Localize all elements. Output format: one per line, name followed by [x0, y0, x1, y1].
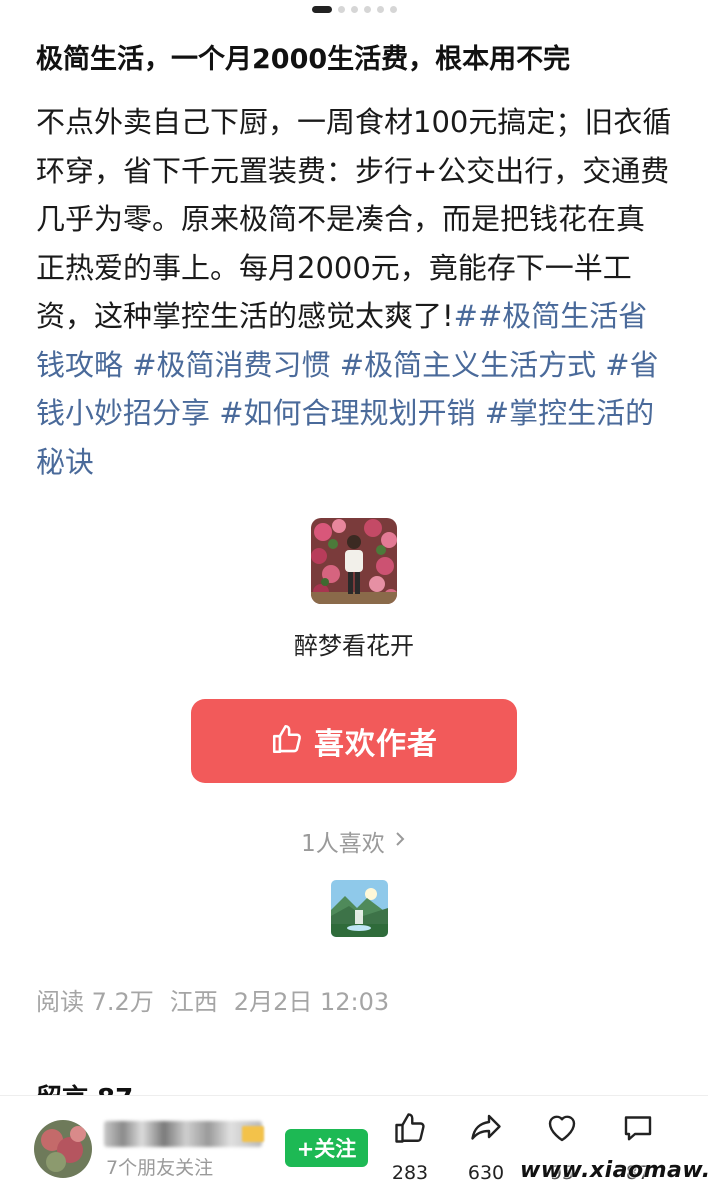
post-title: 极简生活，一个月2000生活费，根本用不完	[36, 44, 571, 75]
pager-dot-active	[311, 6, 332, 13]
site-watermark: www.xiaomaw.cn	[520, 1158, 708, 1183]
post-body: 不点外卖自己下厨，一周食材100元搞定；旧衣循环穿，省下千元置装费：步行+公交出…	[36, 98, 672, 486]
image-pager-dots	[0, 6, 708, 13]
post-location: 江西	[169, 988, 218, 1016]
pager-dot	[350, 6, 358, 13]
hashtag-link[interactable]: #如何合理规划开销	[219, 396, 475, 430]
share-action[interactable]: 630	[454, 1110, 518, 1190]
likers-count-link[interactable]: 1人喜欢	[0, 824, 708, 858]
author-name[interactable]: 醉梦看花开	[0, 626, 708, 661]
heart-icon	[544, 1110, 580, 1150]
pager-dot	[376, 6, 384, 13]
comment-icon	[620, 1110, 656, 1150]
author-avatar[interactable]	[311, 518, 397, 604]
like-count: 283	[391, 1162, 429, 1184]
like-author-label: 喜欢作者	[314, 727, 438, 762]
read-count: 阅读 7.2万	[36, 988, 154, 1016]
pager-dot	[337, 6, 345, 13]
share-icon	[468, 1110, 504, 1150]
pager-dot	[389, 6, 397, 13]
likers-count-label: 1人喜欢	[301, 831, 385, 857]
post-meta: 阅读 7.2万 江西 2月2日 12:03	[36, 982, 389, 1017]
hashtag-link[interactable]: #极简主义生活方式	[340, 348, 596, 382]
like-action[interactable]: 283	[378, 1110, 442, 1190]
thumbs-up-icon	[392, 1110, 428, 1150]
friends-follow-count: 7个朋友关注	[106, 1157, 214, 1179]
follow-button[interactable]: +关注	[285, 1129, 368, 1167]
blurred-username	[104, 1121, 262, 1147]
blurred-badge	[242, 1126, 264, 1142]
share-count: 630	[467, 1162, 505, 1184]
bottom-action-bar: 7个朋友关注 +关注 283 630 95 87	[0, 1095, 708, 1200]
chevron-right-icon	[393, 828, 407, 854]
liker-avatar[interactable]	[331, 880, 388, 937]
pager-dot	[363, 6, 371, 13]
thumbs-up-icon	[270, 722, 304, 760]
user-avatar[interactable]	[34, 1120, 92, 1178]
like-author-button[interactable]: 喜欢作者	[191, 699, 517, 783]
hashtag-link[interactable]: #极简消费习惯	[132, 348, 330, 382]
post-datetime: 2月2日 12:03	[233, 988, 390, 1016]
